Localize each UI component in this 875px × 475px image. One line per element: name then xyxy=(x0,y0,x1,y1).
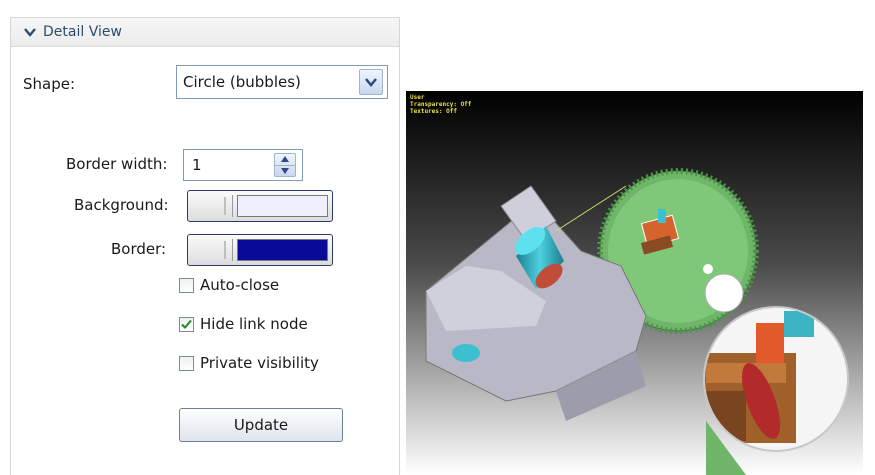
checkbox-label: Private visibility xyxy=(200,354,319,372)
spin-down-icon[interactable] xyxy=(275,166,295,177)
background-label: Background: xyxy=(74,196,169,214)
private-visibility-checkbox[interactable]: Private visibility xyxy=(179,354,319,372)
border-swatch xyxy=(237,239,328,261)
checkmark-icon xyxy=(181,319,192,329)
border-label: Border: xyxy=(111,240,167,258)
border-width-value: 1 xyxy=(192,156,202,174)
auto-close-checkbox[interactable]: Auto-close xyxy=(179,276,279,294)
hud-line: Transparency: Off xyxy=(410,101,472,108)
border-width-label: Border width: xyxy=(66,155,168,173)
3d-scene-illustration xyxy=(406,91,863,475)
checkbox-label: Auto-close xyxy=(200,276,280,294)
spinner-arrows[interactable] xyxy=(274,153,296,177)
checkbox-box[interactable] xyxy=(179,277,194,293)
shape-select[interactable]: Circle (bubbles) xyxy=(176,65,388,99)
checkbox-label: Hide link node xyxy=(200,315,308,333)
picker-grip xyxy=(192,239,233,261)
hide-link-node-checkbox[interactable]: Hide link node xyxy=(179,315,308,333)
hud-line: User xyxy=(410,94,425,101)
border-color-picker[interactable] xyxy=(187,234,333,266)
hud-line: Textures: Off xyxy=(410,108,457,115)
3d-viewport[interactable]: User Transparency: Off Textures: Off xyxy=(406,91,863,475)
shape-label: Shape: xyxy=(23,75,76,93)
dropdown-arrow-icon[interactable] xyxy=(359,69,383,95)
background-color-picker[interactable] xyxy=(187,190,333,222)
chevron-down-icon xyxy=(24,28,36,37)
spin-up-icon[interactable] xyxy=(275,154,295,166)
update-button[interactable]: Update xyxy=(179,408,343,442)
detail-view-panel: Detail View Shape: Circle (bubbles) Bord… xyxy=(10,17,400,475)
shape-value: Circle (bubbles) xyxy=(183,73,301,91)
picker-grip xyxy=(192,195,233,217)
checkbox-box[interactable] xyxy=(179,316,194,332)
viewport-hud: User Transparency: Off Textures: Off xyxy=(410,94,471,115)
background-swatch xyxy=(237,195,328,217)
panel-title: Detail View xyxy=(43,24,122,40)
detail-view-header[interactable]: Detail View xyxy=(11,18,399,47)
border-width-spinner[interactable]: 1 xyxy=(183,149,303,181)
checkbox-box[interactable] xyxy=(179,355,194,371)
